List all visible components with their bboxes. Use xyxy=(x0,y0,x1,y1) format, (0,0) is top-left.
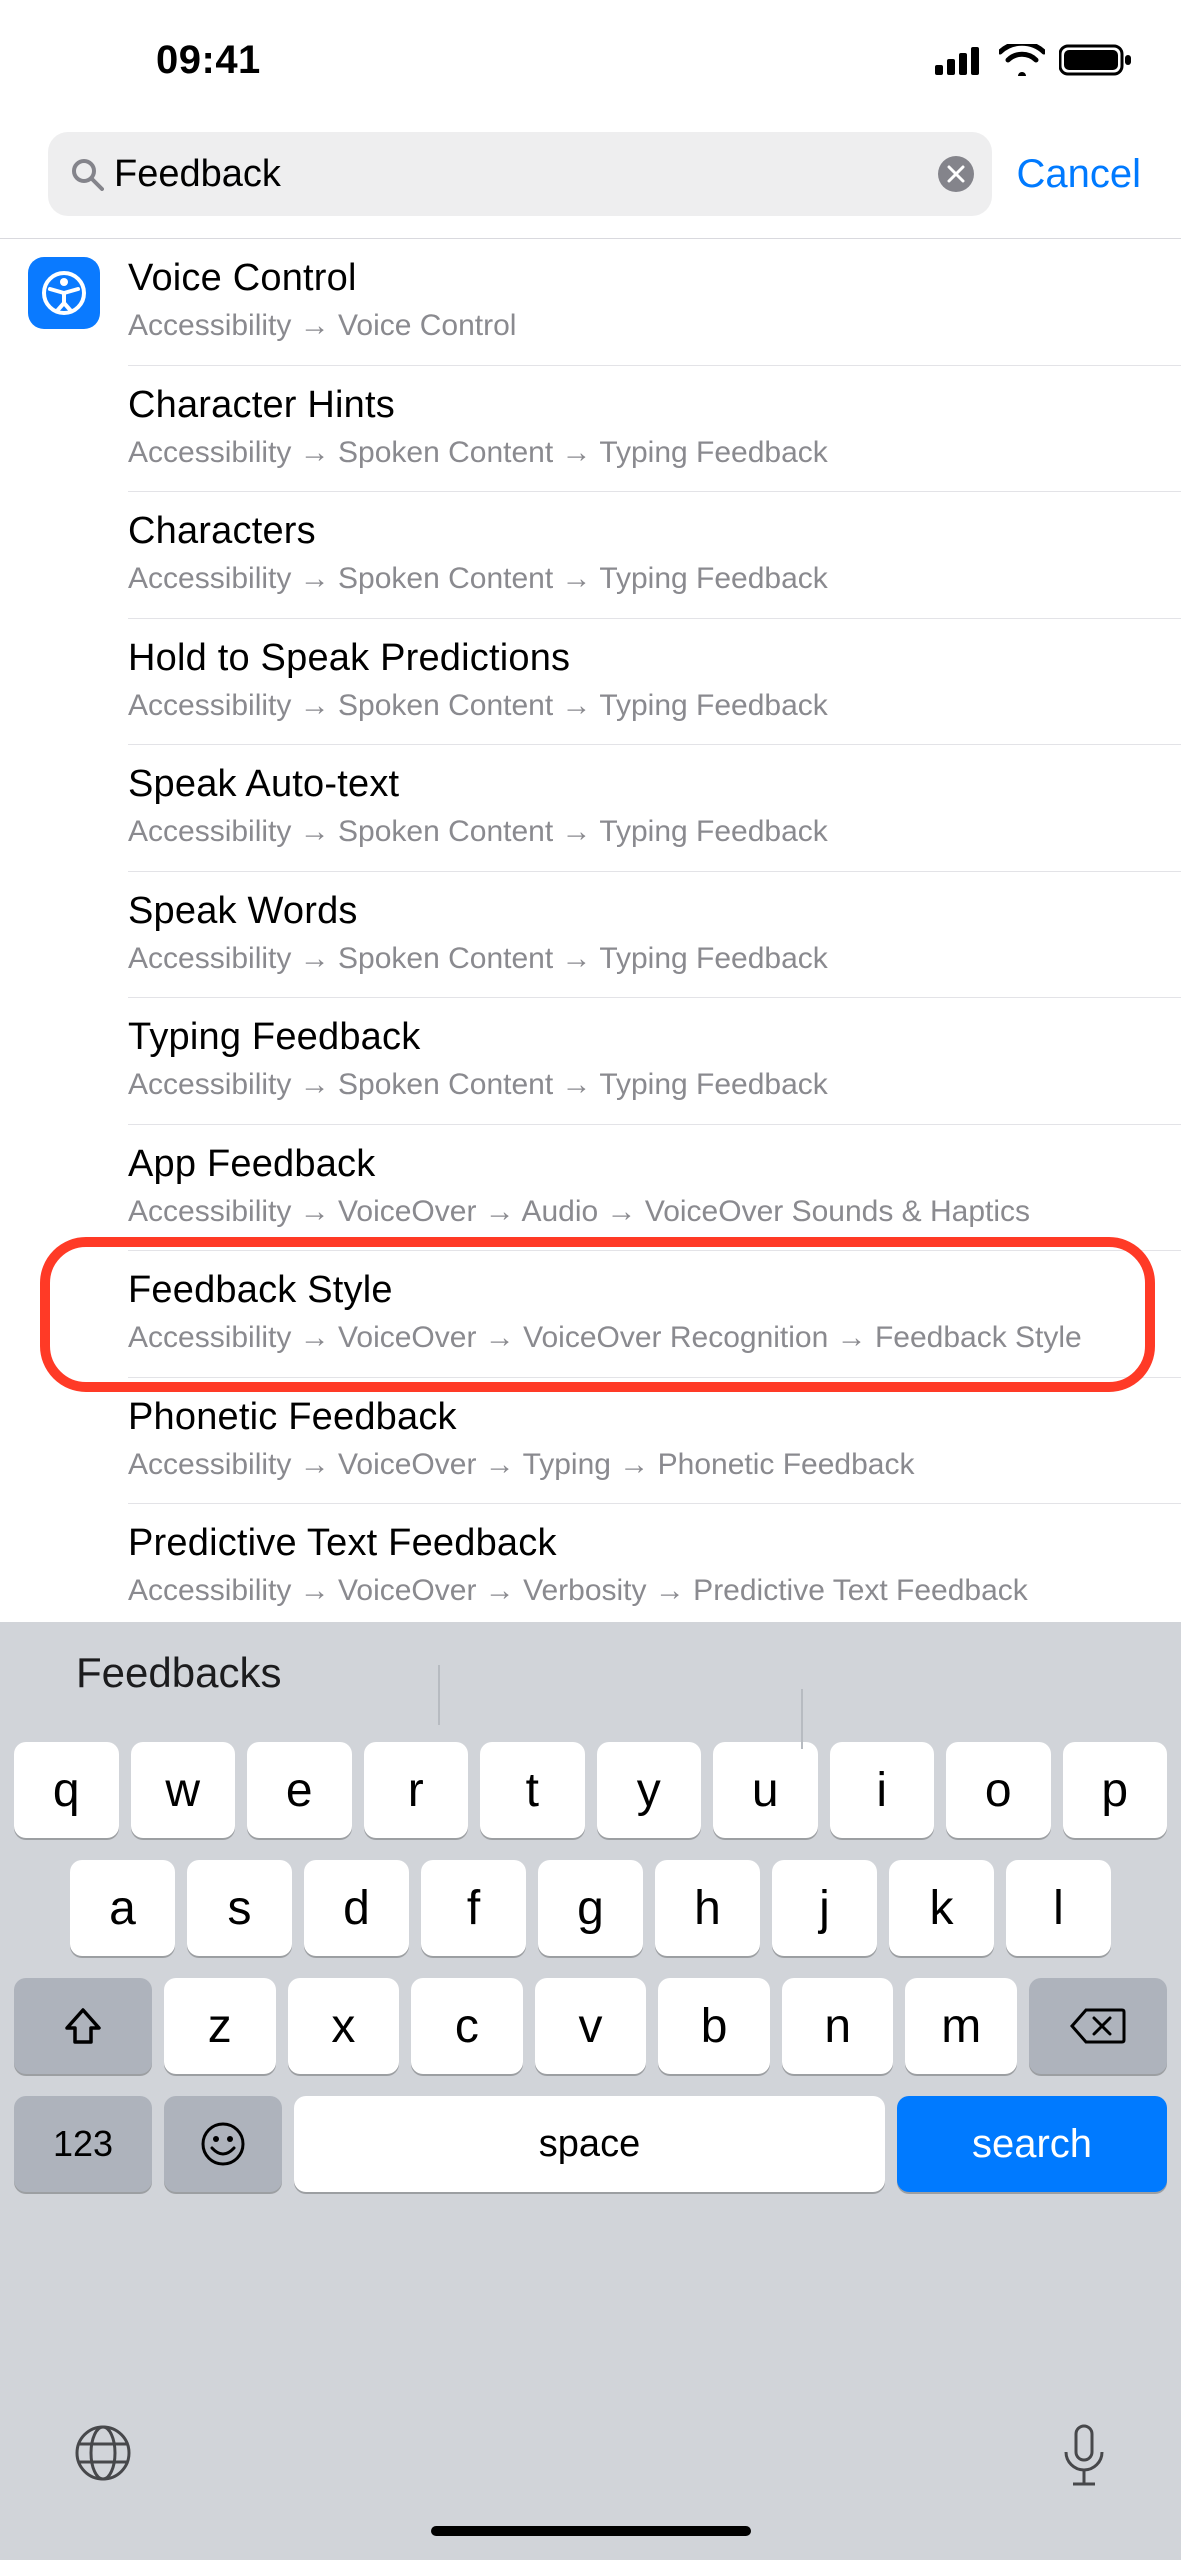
result-title: Typing Feedback xyxy=(128,1016,1139,1059)
emoji-icon xyxy=(199,2120,247,2168)
key-s[interactable]: s xyxy=(187,1860,292,1956)
key-a[interactable]: a xyxy=(70,1860,175,1956)
key-v[interactable]: v xyxy=(535,1978,647,2074)
result-path: Accessibility → Voice Control xyxy=(128,306,1139,347)
clear-icon xyxy=(947,165,965,183)
numbers-key[interactable]: 123 xyxy=(14,2096,152,2192)
key-k[interactable]: k xyxy=(889,1860,994,1956)
key-o[interactable]: o xyxy=(946,1742,1051,1838)
suggestion-1[interactable]: Feedbacks xyxy=(14,1649,440,1697)
result-row[interactable]: Characters Accessibility → Spoken Content… xyxy=(128,492,1181,619)
result-row[interactable]: Speak Auto-text Accessibility → Spoken Co… xyxy=(128,745,1181,872)
key-u[interactable]: u xyxy=(713,1742,818,1838)
globe-icon[interactable] xyxy=(72,2422,134,2484)
key-b[interactable]: b xyxy=(658,1978,770,2074)
wifi-icon xyxy=(999,44,1045,76)
battery-icon xyxy=(1059,43,1133,77)
key-y[interactable]: y xyxy=(597,1742,702,1838)
key-f[interactable]: f xyxy=(421,1860,526,1956)
result-row[interactable]: Typing Feedback Accessibility → Spoken Co… xyxy=(128,998,1181,1125)
result-path: Accessibility → Spoken Content → Typing … xyxy=(128,939,1139,980)
key-q[interactable]: q xyxy=(14,1742,119,1838)
cancel-button[interactable]: Cancel xyxy=(1016,152,1141,197)
result-row[interactable]: Character Hints Accessibility → Spoken Co… xyxy=(128,366,1181,493)
key-j[interactable]: j xyxy=(772,1860,877,1956)
accessibility-icon xyxy=(28,257,100,329)
result-path: Accessibility → VoiceOver → VoiceOver Re… xyxy=(128,1318,1139,1359)
result-path: Accessibility → Spoken Content → Typing … xyxy=(128,1065,1139,1106)
clear-search-button[interactable] xyxy=(938,156,974,192)
search-icon xyxy=(70,157,104,191)
key-g[interactable]: g xyxy=(538,1860,643,1956)
result-row[interactable]: Feedback Style Accessibility → VoiceOver … xyxy=(128,1251,1181,1378)
result-title: Voice Control xyxy=(128,257,1139,300)
result-path: Accessibility → VoiceOver → Typing → Pho… xyxy=(128,1445,1139,1486)
result-path: Accessibility → Spoken Content → Typing … xyxy=(128,559,1139,600)
shift-key[interactable] xyxy=(14,1978,152,2074)
result-title: Predictive Text Feedback xyxy=(128,1522,1139,1565)
key-i[interactable]: i xyxy=(830,1742,935,1838)
status-time: 09:41 xyxy=(156,38,261,83)
home-indicator[interactable] xyxy=(431,2526,751,2536)
result-row[interactable]: Speak Words Accessibility → Spoken Conten… xyxy=(128,872,1181,999)
result-row[interactable]: Phonetic Feedback Accessibility → VoiceOv… xyxy=(128,1378,1181,1505)
result-path: Accessibility → VoiceOver → Verbosity → … xyxy=(128,1571,1139,1612)
key-t[interactable]: t xyxy=(480,1742,585,1838)
key-p[interactable]: p xyxy=(1063,1742,1168,1838)
key-r[interactable]: r xyxy=(364,1742,469,1838)
search-header: Cancel xyxy=(0,120,1181,238)
result-title: Feedback Style xyxy=(128,1269,1139,1312)
keyboard-suggestions: Feedbacks xyxy=(0,1622,1181,1724)
result-path: Accessibility → Spoken Content → Typing … xyxy=(128,686,1139,727)
search-key[interactable]: search xyxy=(897,2096,1167,2192)
result-title: Characters xyxy=(128,510,1139,553)
result-title: App Feedback xyxy=(128,1143,1139,1186)
result-title: Phonetic Feedback xyxy=(128,1396,1139,1439)
space-key[interactable]: space xyxy=(294,2096,885,2192)
search-field[interactable] xyxy=(48,132,992,216)
keyboard: Feedbacks qwertyuiop asdfghjkl zxcvbnm 1… xyxy=(0,1622,1181,2560)
key-d[interactable]: d xyxy=(304,1860,409,1956)
result-path: Accessibility → Spoken Content → Typing … xyxy=(128,433,1139,474)
cellular-icon xyxy=(935,45,985,75)
result-title: Character Hints xyxy=(128,384,1139,427)
search-results: Voice Control Accessibility → Voice Contr… xyxy=(0,238,1181,1622)
result-title: Speak Words xyxy=(128,890,1139,933)
result-title: Hold to Speak Predictions xyxy=(128,637,1139,680)
result-row[interactable]: Predictive Text Feedback Accessibility → … xyxy=(128,1504,1181,1622)
result-path: Accessibility → Spoken Content → Typing … xyxy=(128,812,1139,853)
result-path: Accessibility → VoiceOver → Audio → Voic… xyxy=(128,1192,1139,1233)
key-x[interactable]: x xyxy=(288,1978,400,2074)
key-l[interactable]: l xyxy=(1006,1860,1111,1956)
key-c[interactable]: c xyxy=(411,1978,523,2074)
status-icons xyxy=(935,43,1133,77)
key-w[interactable]: w xyxy=(131,1742,236,1838)
result-row[interactable]: Hold to Speak Predictions Accessibility →… xyxy=(128,619,1181,746)
key-n[interactable]: n xyxy=(782,1978,894,2074)
backspace-key[interactable] xyxy=(1029,1978,1167,2074)
dictation-icon[interactable] xyxy=(1057,2422,1111,2494)
key-z[interactable]: z xyxy=(164,1978,276,2074)
result-row[interactable]: App Feedback Accessibility → VoiceOver → … xyxy=(128,1125,1181,1252)
emoji-key[interactable] xyxy=(164,2096,282,2192)
result-title: Speak Auto-text xyxy=(128,763,1139,806)
status-bar: 09:41 xyxy=(0,0,1181,120)
search-input[interactable] xyxy=(114,153,928,196)
key-e[interactable]: e xyxy=(247,1742,352,1838)
key-m[interactable]: m xyxy=(905,1978,1017,2074)
result-row[interactable]: Voice Control Accessibility → Voice Contr… xyxy=(128,239,1181,366)
key-h[interactable]: h xyxy=(655,1860,760,1956)
